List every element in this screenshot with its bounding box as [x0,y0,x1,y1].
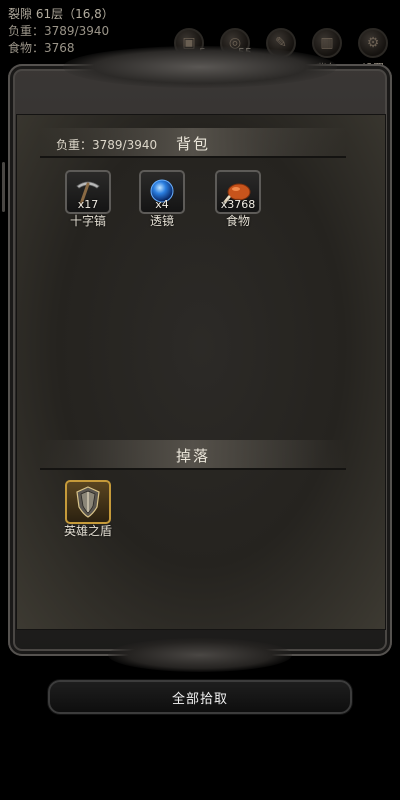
hero-shield-icon [76,486,100,518]
item-name: 十字镐 [69,214,106,228]
item-slot [65,480,111,524]
backpack-icon: ▥ [312,28,342,58]
backpack-item-pickaxe[interactable]: x17 十字镐 [61,170,115,229]
item-name: 透镜 [149,214,174,228]
frame-ornament-top [63,46,337,88]
weight-status: 负重：3789/3940 [8,24,110,38]
backpack-header: 负重：3789/3940 背包 [40,128,346,158]
side-scroll-indicator [2,162,5,212]
backpack-item-lens[interactable]: x4 透镜 [135,170,189,229]
item-quantity: x3768 [220,198,256,211]
backpack-title: 背包 [175,135,210,153]
item-quantity: x4 [155,198,169,211]
item-slot: x3768 [215,170,261,214]
item-slot: x4 [139,170,185,214]
item-name: 英雄之盾 [63,524,112,538]
gear-icon: ⚙ [358,28,388,58]
item-quantity: x17 [77,198,99,211]
item-slot: x17 [65,170,111,214]
location-text: 裂隙 61层（16,8） [8,7,114,21]
drops-header: 掉落 [40,440,346,470]
drop-item-hero-shield[interactable]: 英雄之盾 [61,480,115,539]
status-info: 裂隙 61层（16,8） 负重：3789/3940 食物：3768 [8,6,114,57]
item-name: 食物 [225,214,250,228]
pickup-all-button[interactable]: 全部拾取 [48,680,352,714]
drops-title: 掉落 [175,447,210,465]
frame-ornament-bottom [108,638,292,672]
backpack-item-food[interactable]: x3768 食物 [211,170,265,229]
